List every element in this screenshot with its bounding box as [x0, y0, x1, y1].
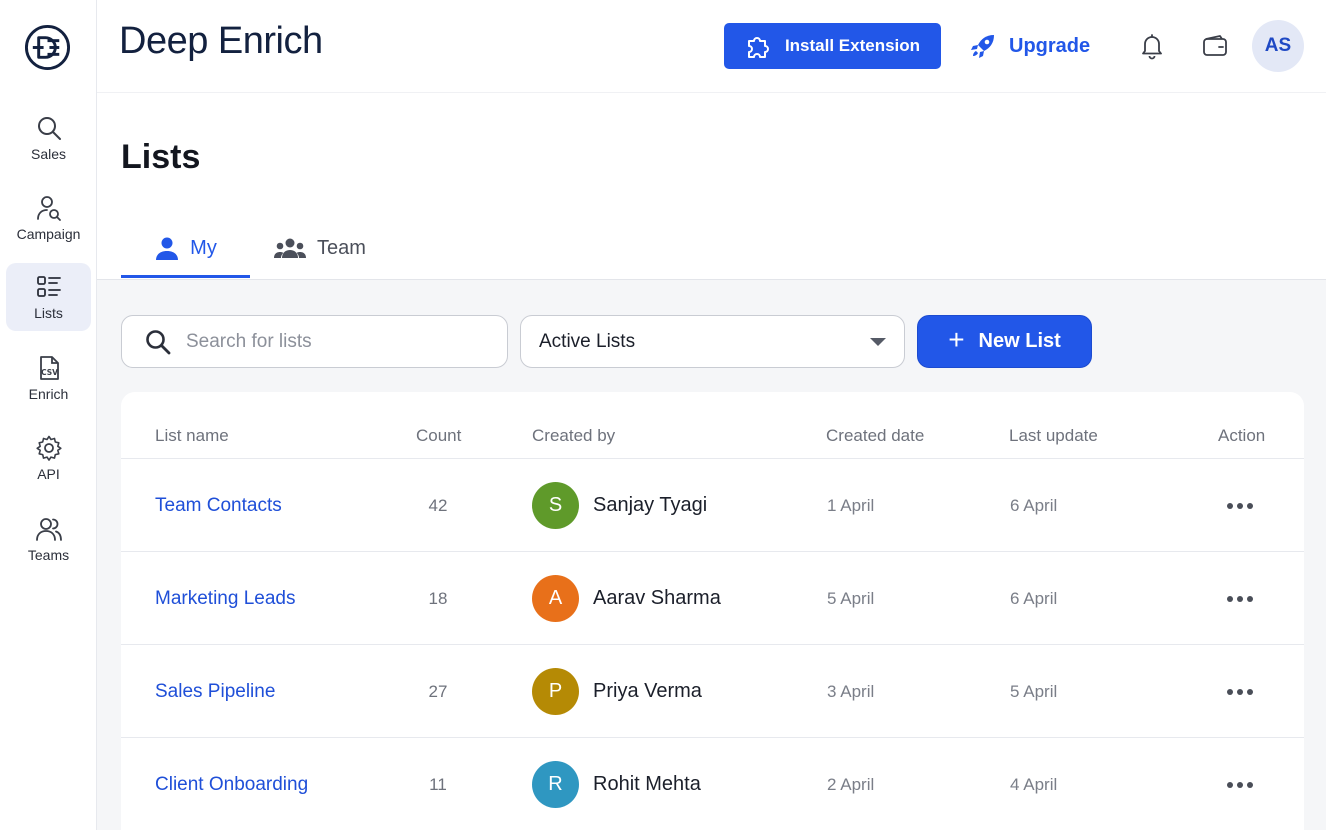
last-update: 6 April: [1010, 495, 1058, 515]
last-update: 5 April: [1010, 681, 1058, 701]
upgrade-button[interactable]: Upgrade: [969, 30, 1090, 62]
column-header-list-name[interactable]: List name: [155, 426, 229, 446]
list-name-link[interactable]: Team Contacts: [155, 459, 282, 552]
avatar: A: [532, 575, 579, 622]
list-status-value: Active Lists: [539, 330, 636, 352]
gear-icon: [35, 435, 62, 461]
creator-name: Rohit Mehta: [593, 773, 701, 795]
brand-name: Deep Enrich: [119, 20, 323, 62]
created-date: 3 April: [827, 681, 875, 701]
created-date: 5 April: [827, 588, 875, 608]
top-header: Deep Enrich Install Extension Upgrade AS: [97, 0, 1326, 93]
more-horizontal-icon: [1227, 595, 1253, 602]
creator: P Priya Verma: [532, 645, 702, 738]
created-date: 2 April: [827, 774, 875, 794]
user-avatar[interactable]: AS: [1252, 20, 1304, 72]
plus-icon: +: [948, 324, 965, 355]
sidebar-item-sales[interactable]: Sales: [6, 104, 91, 172]
lists-table: List name Count Created by Created date …: [121, 392, 1304, 830]
deep-enrich-logo-icon[interactable]: [24, 24, 71, 71]
main-content: Active Lists + New List List name Count …: [97, 280, 1326, 830]
avatar: P: [532, 668, 579, 715]
sidebar-item-label: API: [37, 466, 60, 482]
more-horizontal-icon: [1227, 688, 1253, 695]
page-header: Lists My Team: [97, 94, 1326, 280]
sidebar-item-api[interactable]: API: [6, 424, 91, 492]
row-actions-button[interactable]: [1223, 552, 1257, 645]
tab-team[interactable]: Team: [273, 218, 366, 278]
bell-icon[interactable]: [1138, 32, 1166, 60]
upgrade-label: Upgrade: [1009, 34, 1091, 57]
column-header-action: Action: [1218, 426, 1266, 445]
creator-name: Aarav Sharma: [593, 587, 721, 609]
list-name-link[interactable]: Marketing Leads: [155, 552, 295, 645]
list-icon: [36, 276, 61, 297]
table-row[interactable]: Sales Pipeline 27 P Priya Verma 3 April …: [121, 645, 1304, 738]
list-status-select[interactable]: Active Lists: [520, 315, 905, 368]
install-extension-label: Install Extension: [784, 36, 921, 55]
column-header-count[interactable]: Count: [416, 426, 461, 446]
person-icon: [156, 237, 179, 260]
avatar: R: [532, 761, 579, 808]
new-list-button[interactable]: + New List: [917, 315, 1092, 368]
tab-team-label: Team: [317, 236, 366, 259]
sidebar-item-teams[interactable]: Teams: [6, 505, 91, 573]
creator: A Aarav Sharma: [532, 552, 721, 645]
csv-file-icon: CSV: [39, 356, 59, 380]
row-actions-button[interactable]: [1223, 645, 1257, 738]
rocket-icon: [971, 35, 994, 58]
search-icon: [146, 329, 171, 354]
page-title: Lists: [121, 138, 201, 176]
last-update: 4 April: [1010, 774, 1058, 794]
sidebar-item-enrich[interactable]: CSV Enrich: [6, 344, 91, 412]
column-header-last-update[interactable]: Last update: [1009, 426, 1098, 446]
users-icon: [35, 518, 62, 541]
row-actions-button[interactable]: [1223, 738, 1257, 830]
table-header: List name Count Created by Created date …: [121, 392, 1304, 459]
sidebar: Sales Campaign Lists CSV Enrich API Team…: [0, 0, 97, 830]
creator-name: Sanjay Tyagi: [593, 494, 708, 516]
wallet-icon[interactable]: [1201, 32, 1229, 60]
created-date: 1 April: [827, 495, 875, 515]
tab-my[interactable]: My: [121, 218, 250, 278]
sidebar-item-campaign[interactable]: Campaign: [6, 184, 91, 252]
list-name-link[interactable]: Sales Pipeline: [155, 645, 275, 738]
caret-down-icon: [870, 337, 886, 346]
search-field[interactable]: [121, 315, 508, 368]
tab-my-label: My: [190, 236, 217, 259]
row-actions-button[interactable]: [1223, 459, 1257, 552]
last-update: 6 April: [1010, 588, 1058, 608]
list-count: 18: [428, 588, 448, 608]
more-horizontal-icon: [1227, 781, 1253, 788]
group-icon: [274, 238, 306, 258]
sidebar-item-label: Lists: [34, 305, 63, 321]
install-extension-button[interactable]: Install Extension: [724, 23, 941, 69]
list-count: 27: [428, 681, 448, 701]
more-horizontal-icon: [1227, 502, 1253, 509]
list-name-link[interactable]: Client Onboarding: [155, 738, 308, 830]
svg-text:CSV: CSV: [41, 368, 58, 377]
avatar: S: [532, 482, 579, 529]
list-count: 42: [428, 495, 448, 515]
sidebar-item-label: Enrich: [28, 386, 69, 402]
creator: S Sanjay Tyagi: [532, 459, 707, 552]
table-row[interactable]: Marketing Leads 18 A Aarav Sharma 5 Apri…: [121, 552, 1304, 645]
column-header-created-by[interactable]: Created by: [532, 426, 615, 446]
sidebar-item-label: Sales: [30, 146, 67, 162]
creator: R Rohit Mehta: [532, 738, 701, 830]
new-list-label: New List: [978, 330, 1061, 352]
creator-name: Priya Verma: [593, 680, 702, 702]
list-count: 11: [429, 774, 447, 794]
sidebar-item-label: Campaign: [16, 226, 81, 242]
puzzle-icon: [747, 37, 769, 58]
table-row[interactable]: Client Onboarding 11 R Rohit Mehta 2 Apr…: [121, 738, 1304, 830]
search-input[interactable]: [186, 330, 496, 353]
column-header-created-date[interactable]: Created date: [826, 426, 924, 446]
user-search-icon: [36, 196, 61, 221]
sidebar-item-lists[interactable]: Lists: [6, 263, 91, 331]
sidebar-item-label: Teams: [27, 547, 70, 563]
search-icon: [37, 117, 61, 140]
table-row[interactable]: Team Contacts 42 S Sanjay Tyagi 1 April …: [121, 459, 1304, 552]
